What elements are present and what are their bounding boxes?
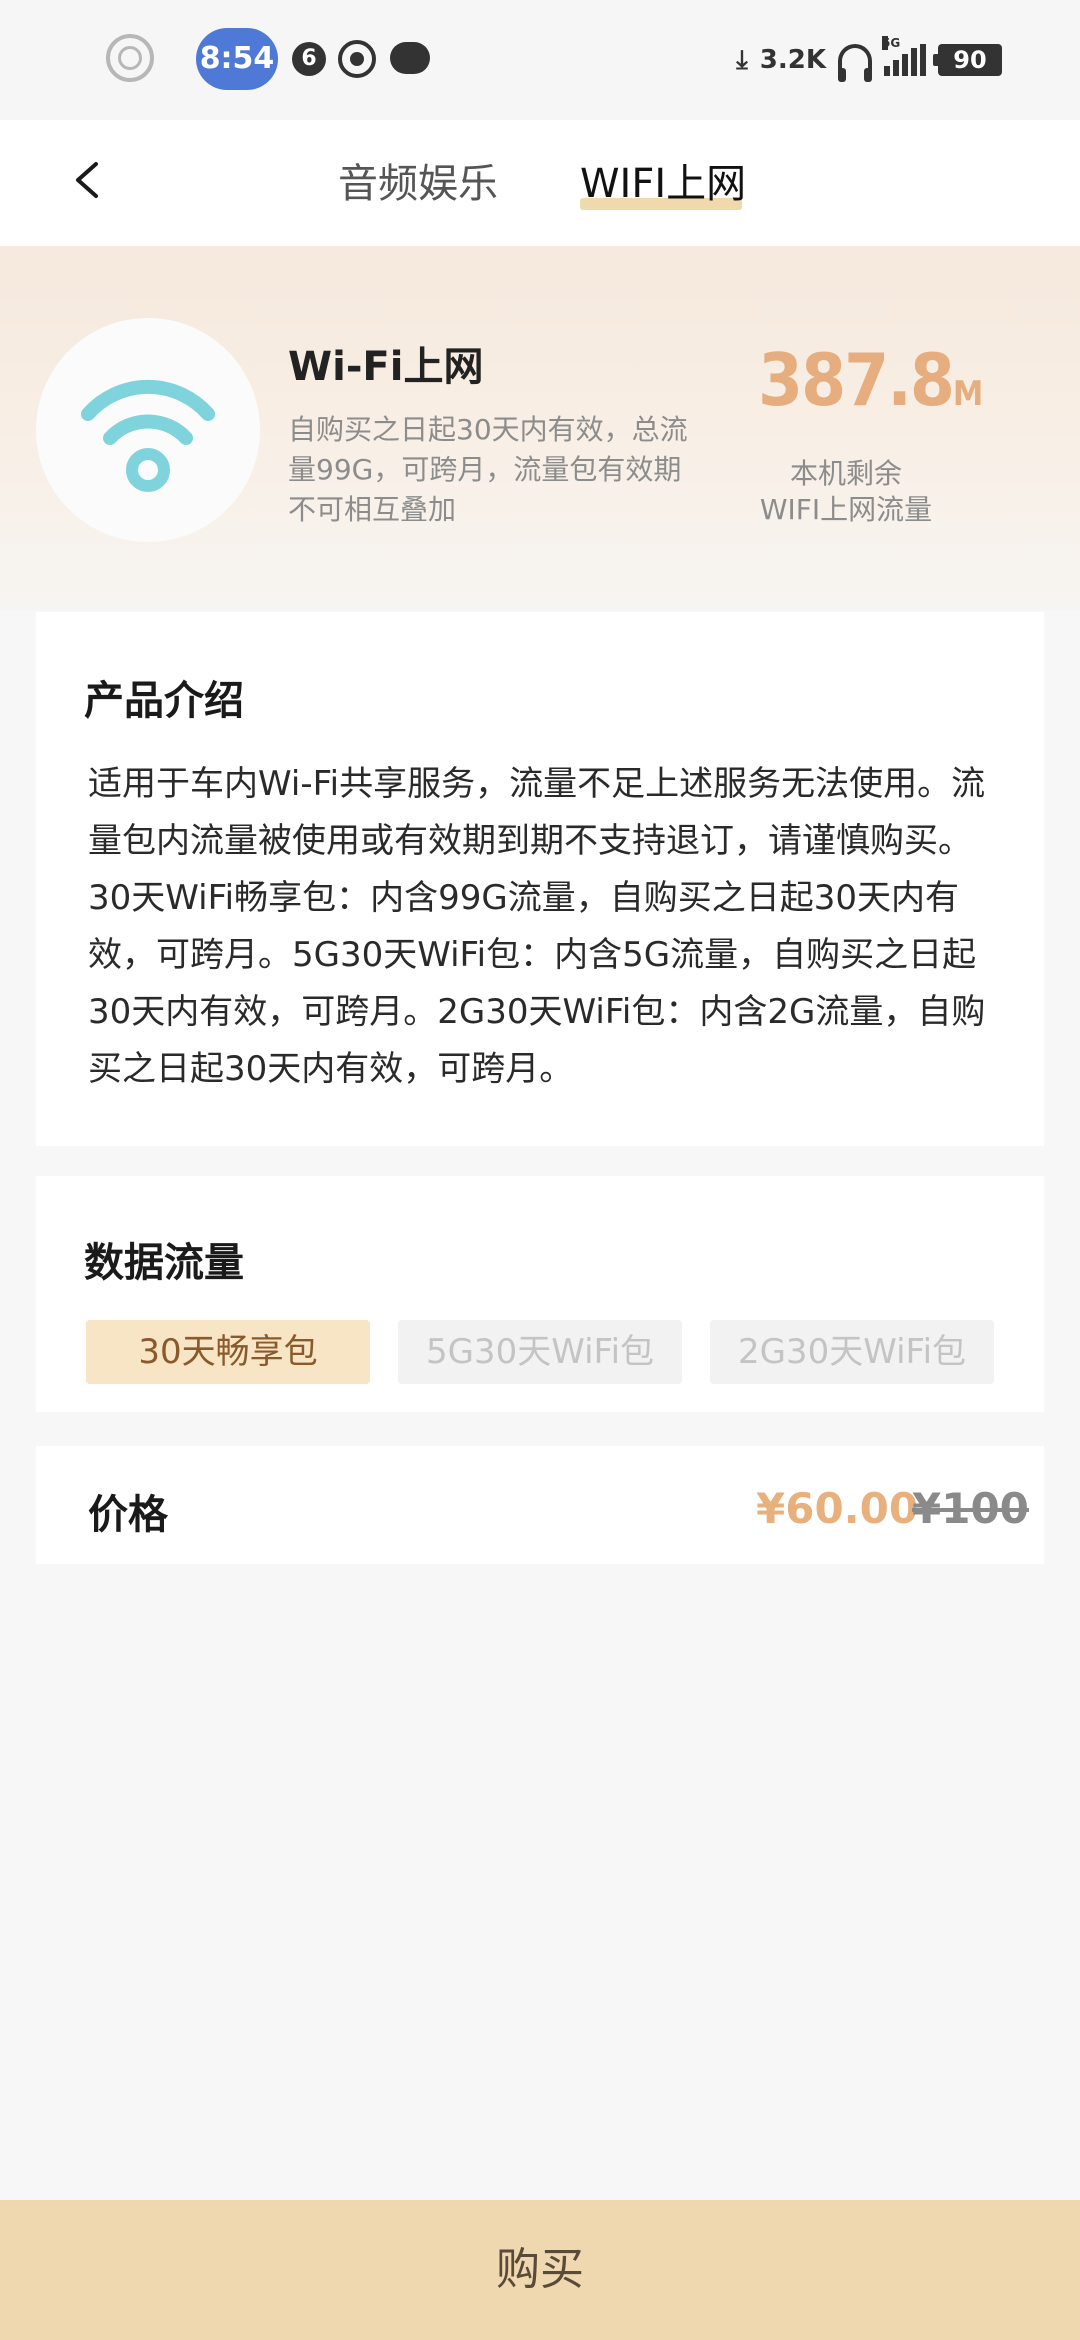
remaining-label-line1: 本机剩余 (789, 457, 902, 490)
record-icon (338, 40, 376, 78)
hero-description: 自购买之日起30天内有效，总流量99G，可跨月，流量包有效期不可相互叠加 (288, 413, 688, 526)
chevron-left-icon[interactable] (68, 160, 108, 200)
wifi-icon-container (36, 318, 260, 542)
original-price: ¥100 (912, 1484, 1029, 1533)
hero-section: Wi-Fi上网 自购买之日起30天内有效，总流量99G，可跨月，流量包有效期不可… (0, 246, 1080, 610)
circle-icon (106, 34, 154, 82)
product-intro-title: 产品介绍 (84, 678, 244, 724)
download-arrow-icon: ⤓ (736, 44, 748, 75)
notification-count-badge: 6 (292, 42, 326, 76)
hero-title: Wi-Fi上网 (288, 344, 484, 390)
remaining-traffic-label: 本机剩余 WIFI上网流量 (744, 456, 948, 528)
top-nav: 音频娱乐 WIFI上网 (0, 120, 1080, 246)
tab-wifi-label: WIFI上网 (580, 161, 747, 207)
package-option-2g-30day[interactable]: 2G30天WiFi包 (710, 1320, 994, 1384)
headphones-icon (838, 44, 872, 82)
remaining-label-line2: WIFI上网流量 (759, 493, 933, 526)
tab-audio-entertainment[interactable]: 音频娱乐 (338, 156, 498, 212)
network-type-label: 5G (882, 36, 901, 50)
data-plan-card: 数据流量 30天畅享包 5G30天WiFi包 2G30天WiFi包 (36, 1176, 1044, 1412)
product-intro-card: 产品介绍 适用于车内Wi-Fi共享服务，流量不足上述服务无法使用。流量包内流量被… (36, 612, 1044, 1146)
remaining-traffic-number: 387.8 (758, 338, 955, 422)
wifi-icon (81, 379, 215, 492)
remaining-traffic-unit: M (952, 374, 984, 414)
status-time: 8:54 (196, 28, 278, 90)
price-label: 价格 (88, 1492, 168, 1538)
package-options: 30天畅享包 5G30天WiFi包 2G30天WiFi包 (86, 1320, 994, 1384)
signal-icon: 5G (882, 36, 926, 76)
chat-bubble-icon (390, 42, 430, 74)
remaining-traffic-value: 387.8M (758, 338, 983, 422)
data-plan-title: 数据流量 (84, 1240, 244, 1286)
battery-icon: 90 (933, 44, 1002, 76)
product-intro-text: 适用于车内Wi-Fi共享服务，流量不足上述服务无法使用。流量包内流量被使用或有效… (88, 764, 986, 1089)
package-option-30day-unlimited[interactable]: 30天畅享包 (86, 1320, 370, 1384)
package-option-5g-30day[interactable]: 5G30天WiFi包 (398, 1320, 682, 1384)
current-price: ¥60.00 (756, 1484, 919, 1533)
download-speed: 3.2K (759, 45, 826, 75)
price-card: 价格 ¥60.00 ¥100 (36, 1446, 1044, 1564)
status-right-group: ⤓ 3.2K 5G 90 (736, 36, 1002, 84)
tab-wifi[interactable]: WIFI上网 (580, 156, 746, 212)
status-bar: 8:54 6 ⤓ 3.2K 5G 90 (0, 0, 1080, 120)
buy-button[interactable]: 购买 (0, 2200, 1080, 2340)
